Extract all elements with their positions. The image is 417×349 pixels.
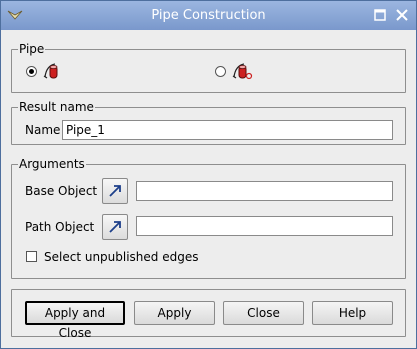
name-field[interactable]: Pipe_1 — [62, 120, 393, 140]
path-object-field[interactable] — [136, 216, 393, 236]
select-unpublished-edges-checkbox[interactable] — [26, 251, 37, 262]
apply-button[interactable]: Apply — [134, 301, 215, 325]
pipe-group-legend: Pipe — [19, 42, 45, 56]
close-button[interactable]: Close — [223, 301, 304, 325]
path-object-label: Path Object — [25, 220, 95, 234]
base-object-label: Base Object — [25, 184, 98, 198]
title-bar[interactable]: Pipe Construction — [1, 1, 416, 30]
name-label: Name — [25, 123, 61, 137]
help-button[interactable]: Help — [312, 301, 393, 325]
maximize-icon[interactable] — [373, 8, 387, 22]
select-arrow-icon — [109, 221, 121, 233]
arguments-legend: Arguments — [19, 157, 85, 171]
pipe-simple-icon[interactable] — [41, 61, 63, 81]
dialog-window: Pipe Construction Pipe Result name Name … — [0, 0, 417, 349]
base-object-select-button[interactable] — [102, 178, 128, 204]
select-arrow-icon — [109, 185, 121, 197]
path-object-select-button[interactable] — [102, 214, 128, 240]
pipe-mode-simple-radio[interactable] — [26, 66, 37, 77]
pipe-with-profile-icon[interactable] — [230, 61, 254, 81]
apply-and-close-button[interactable]: Apply and Close — [25, 301, 125, 340]
select-unpublished-edges-label[interactable]: Select unpublished edges — [44, 250, 198, 264]
base-object-field[interactable] — [136, 181, 393, 201]
pipe-mode-profile-radio[interactable] — [215, 66, 226, 77]
pipe-group: Pipe — [11, 42, 406, 93]
dialog-body: Pipe Result name Name Pipe_1 Arguments B… — [5, 34, 412, 345]
window-title: Pipe Construction — [151, 8, 266, 23]
close-icon[interactable] — [395, 8, 409, 22]
result-name-legend: Result name — [19, 100, 94, 114]
